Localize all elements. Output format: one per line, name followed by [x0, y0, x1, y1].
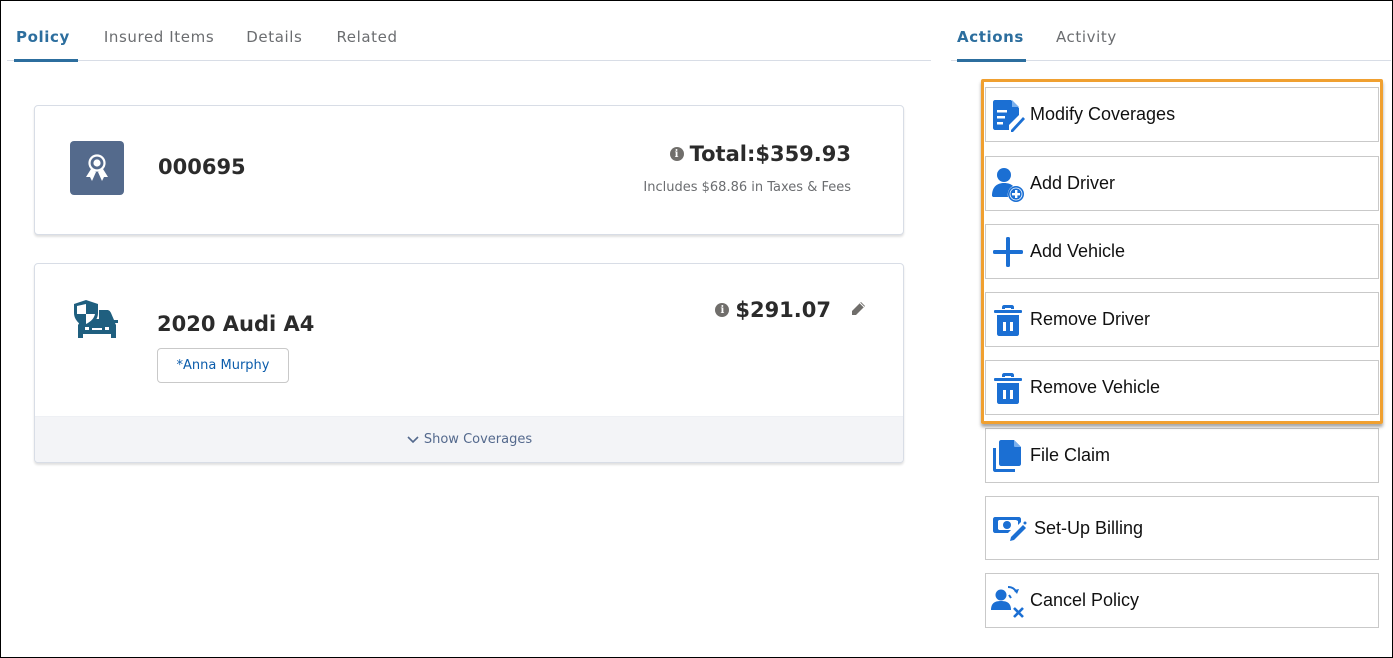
tab-related[interactable]: Related [336, 21, 397, 61]
add-driver-label: Add Driver [1030, 173, 1116, 193]
vehicle-name: 2020 Audi A4 [157, 312, 315, 336]
total-amount: Total:$359.93 [689, 142, 851, 166]
remove-driver-label: Remove Driver [1030, 309, 1151, 329]
award-ribbon-icon [70, 141, 124, 195]
policy-summary-card: 000695 i Total:$359.93 Includes $68.86 i… [34, 105, 904, 235]
tab-policy[interactable]: Policy [14, 21, 78, 62]
policy-total: i Total:$359.93 [669, 142, 851, 166]
chevron-down-icon [406, 435, 420, 445]
trash-icon [986, 303, 1030, 337]
remove-vehicle-button[interactable]: Remove Vehicle [985, 360, 1379, 415]
modify-coverages-label: Modify Coverages [1030, 104, 1176, 124]
add-driver-button[interactable]: Add Driver [985, 156, 1379, 211]
add-user-icon [986, 166, 1030, 202]
remove-driver-button[interactable]: Remove Driver [985, 292, 1379, 347]
pencil-icon[interactable] [849, 300, 867, 322]
tab-details[interactable]: Details [246, 21, 302, 61]
file-claim-label: File Claim [1030, 445, 1111, 465]
cancel-policy-button[interactable]: Cancel Policy [985, 573, 1379, 628]
plus-icon [986, 235, 1030, 269]
billing-edit-icon [986, 513, 1034, 543]
info-icon[interactable]: i [669, 147, 684, 161]
vehicle-price: $291.07 [735, 298, 831, 322]
cancel-policy-label: Cancel Policy [1030, 590, 1140, 610]
user-cancel-icon [986, 584, 1030, 618]
driver-pill[interactable]: *Anna Murphy [157, 348, 289, 383]
modify-coverages-button[interactable]: Modify Coverages [985, 87, 1379, 142]
document-edit-icon [986, 97, 1030, 133]
tab-activity[interactable]: Activity [1056, 21, 1117, 61]
vehicle-premium: i $291.07 [715, 298, 831, 322]
remove-vehicle-label: Remove Vehicle [1030, 377, 1161, 397]
show-coverages-label: Show Coverages [423, 432, 533, 447]
tab-actions[interactable]: Actions [957, 21, 1026, 62]
add-vehicle-button[interactable]: Add Vehicle [985, 224, 1379, 279]
policy-tabs: Policy Insured Items Details Related [7, 21, 931, 62]
add-vehicle-label: Add Vehicle [1030, 241, 1126, 261]
policy-number: 000695 [158, 155, 246, 179]
file-claim-button[interactable]: File Claim [985, 428, 1379, 483]
show-coverages-toggle[interactable]: Show Coverages [35, 416, 903, 462]
set-up-billing-button[interactable]: Set-Up Billing [985, 496, 1379, 560]
trash-icon [986, 371, 1030, 405]
taxes-note: Includes $68.86 in Taxes & Fees [643, 180, 851, 195]
info-icon[interactable]: i [715, 303, 730, 317]
insured-vehicle-card: 2020 Audi A4 *Anna Murphy i $291.07 Show… [34, 263, 904, 463]
car-shield-icon [71, 298, 121, 348]
tab-insured-items[interactable]: Insured Items [104, 21, 214, 61]
set-up-billing-label: Set-Up Billing [1034, 517, 1144, 538]
copy-documents-icon [986, 438, 1030, 474]
side-tabs: Actions Activity [951, 21, 1391, 62]
